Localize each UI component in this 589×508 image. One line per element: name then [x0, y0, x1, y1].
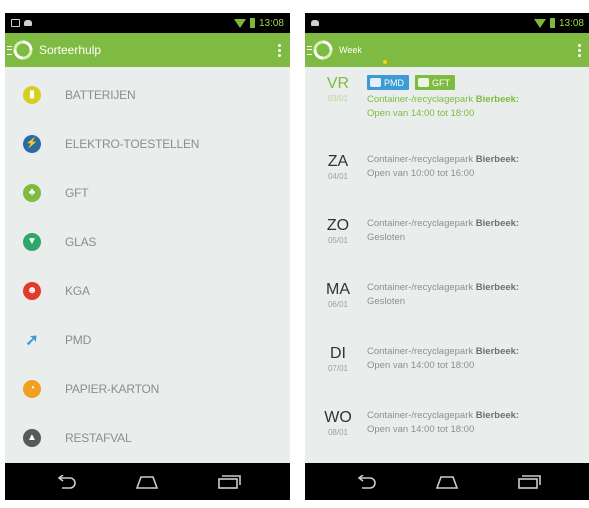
status-text: Open van 14:00 tot 18:00 [367, 424, 475, 435]
notification-icon [24, 20, 32, 26]
category-item-pmd[interactable]: ➚ PMD [5, 315, 290, 364]
pmd-tag: PMD [367, 75, 409, 90]
category-item-batterijen[interactable]: ▮ BATTERIJEN [5, 70, 290, 119]
battery-status-icon [249, 18, 255, 28]
location-text: Container-/recyclagepark [367, 154, 474, 165]
status-bar: 13:08 [305, 13, 589, 33]
category-item-papier-karton[interactable]: ◔ PAPIER-KARTON [5, 364, 290, 413]
day-row-zo[interactable]: ZO 05/01 Container-/recyclagepark Bierbe… [305, 217, 589, 281]
category-label: ELEKTRO-TOESTELLEN [65, 136, 200, 151]
drawer-menu-icon[interactable] [307, 45, 312, 55]
location-text: Container-/recyclagepark [367, 94, 474, 105]
battery-icon: ▮ [23, 85, 41, 104]
gft-tag: GFT [415, 75, 455, 90]
paper-icon: ◔ [23, 379, 41, 398]
overflow-menu-icon[interactable] [574, 43, 584, 57]
app-logo-icon[interactable] [313, 40, 333, 60]
sorteerhulp-screen: 13:08 Sorteerhulp ▮ BATTERIJEN ⚡ ELEKTRO… [5, 13, 290, 500]
location-text: Container-/recyclagepark [367, 282, 474, 293]
day-date: 08/01 [327, 428, 349, 437]
system-nav-bar [305, 463, 589, 500]
city-text: Bierbeek: [475, 94, 520, 105]
clock: 13:08 [558, 17, 584, 29]
location-text: Container-/recyclagepark [367, 218, 474, 229]
glass-icon: ▼ [23, 232, 41, 251]
system-nav-bar [5, 463, 290, 500]
day-name: VR [326, 75, 350, 92]
day-row-di[interactable]: DI 07/01 Container-/recyclagepark Bierbe… [305, 345, 589, 409]
battery-status-icon [549, 18, 555, 28]
recent-apps-icon[interactable] [511, 472, 547, 492]
pmd-icon: ➚ [25, 331, 39, 349]
wifi-icon [533, 18, 546, 28]
gft-icon [418, 78, 429, 87]
page-title: Sorteerhulp [39, 43, 102, 57]
wifi-icon [233, 18, 246, 28]
status-text: Gesloten [367, 232, 406, 243]
day-date: 03/01 [327, 94, 349, 103]
category-item-restafval[interactable]: ▲ RESTAFVAL [5, 413, 290, 462]
day-row-ma[interactable]: MA 06/01 Container-/recyclagepark Bierbe… [305, 281, 589, 345]
dropdown-indicator-icon [383, 60, 387, 64]
home-icon[interactable] [429, 472, 465, 492]
back-icon[interactable] [48, 472, 84, 492]
status-text: Open van 14:00 tot 18:00 [367, 360, 475, 371]
kga-icon: ☻ [23, 281, 41, 300]
category-label: KGA [65, 283, 90, 298]
overflow-menu-icon[interactable] [274, 43, 284, 57]
category-label: GLAS [65, 234, 97, 249]
city-text: Bierbeek: [475, 410, 520, 421]
day-row-wo[interactable]: WO 08/01 Container-/recyclagepark Bierbe… [305, 409, 589, 469]
app-bar: Sorteerhulp [5, 33, 290, 67]
category-label: PMD [65, 332, 92, 347]
notification-icon [311, 20, 319, 26]
recent-apps-icon[interactable] [211, 472, 247, 492]
city-text: Bierbeek: [475, 154, 520, 165]
category-label: PAPIER-KARTON [65, 381, 160, 396]
electronics-icon: ⚡ [23, 134, 41, 153]
page-title[interactable]: Week [339, 45, 574, 55]
category-label: GFT [65, 185, 89, 200]
app-logo-icon[interactable] [13, 40, 33, 60]
status-text: Open van 10:00 tot 16:00 [367, 168, 475, 179]
city-text: Bierbeek: [475, 218, 520, 229]
city-text: Bierbeek: [475, 346, 520, 357]
status-text: Gesloten [367, 296, 406, 307]
drawer-menu-icon[interactable] [7, 45, 12, 55]
category-list: ▮ BATTERIJEN ⚡ ELEKTRO-TOESTELLEN ♣ GFT … [5, 67, 290, 462]
day-row-vr[interactable]: VR 03/01 PMD GFT Container-/recyclagepar… [305, 75, 589, 153]
category-item-glas[interactable]: ▼ GLAS [5, 217, 290, 266]
day-row-za[interactable]: ZA 04/01 Container-/recyclagepark Bierbe… [305, 153, 589, 217]
week-screen: 13:08 Week VR 03/01 PMD GFT Container-/r… [305, 13, 589, 500]
app-bar: Week [305, 33, 589, 67]
home-icon[interactable] [129, 472, 165, 492]
day-date: 07/01 [327, 364, 349, 373]
status-bar: 13:08 [5, 13, 290, 33]
category-label: RESTAFVAL [65, 430, 132, 445]
day-date: 06/01 [327, 300, 349, 309]
restafval-icon: ▲ [23, 428, 41, 447]
clock: 13:08 [258, 17, 284, 29]
gft-icon: ♣ [23, 183, 41, 202]
category-item-elektro-toestellen[interactable]: ⚡ ELEKTRO-TOESTELLEN [5, 119, 290, 168]
pmd-icon [370, 78, 381, 87]
day-name: WO [324, 409, 352, 426]
week-schedule-list: VR 03/01 PMD GFT Container-/recyclagepar… [305, 67, 589, 469]
screenshot-notification-icon [11, 19, 20, 27]
day-name: MA [326, 281, 350, 298]
back-icon[interactable] [348, 472, 384, 492]
day-name: ZO [326, 217, 350, 234]
category-item-kga[interactable]: ☻ KGA [5, 266, 290, 315]
category-item-gft[interactable]: ♣ GFT [5, 168, 290, 217]
location-text: Container-/recyclagepark [367, 346, 474, 357]
day-date: 04/01 [327, 172, 349, 181]
day-name: DI [330, 345, 346, 362]
category-label: BATTERIJEN [65, 87, 136, 102]
location-text: Container-/recyclagepark [367, 410, 474, 421]
day-date: 05/01 [327, 236, 349, 245]
status-text: Open van 14:00 tot 18:00 [367, 108, 475, 119]
city-text: Bierbeek: [475, 282, 520, 293]
day-name: ZA [327, 153, 349, 170]
